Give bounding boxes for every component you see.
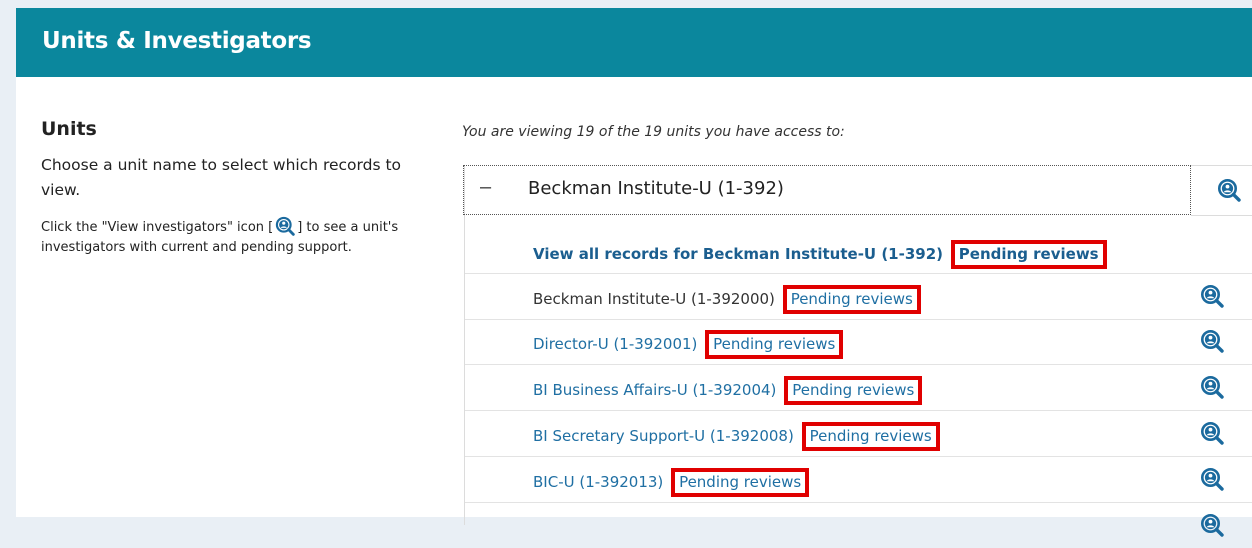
parent-unit-name[interactable]: Beckman Institute-U (1-392) <box>528 178 784 199</box>
unit-row-content: BI Business Affairs-U (1-392004) Pending… <box>533 376 923 405</box>
units-heading: Units <box>41 118 97 140</box>
unit-row: Beckman Institute-U (1-392000) Pending r… <box>465 273 1252 320</box>
collapse-toggle[interactable]: – <box>480 176 491 199</box>
unit-row-content: BI Secretary Support-U (1-392008) Pendin… <box>533 422 940 451</box>
view-investigators-icon <box>275 216 295 236</box>
view-investigators-icon[interactable] <box>1200 421 1224 445</box>
unit-row: Director-U (1-392001) Pending reviews <box>465 319 1252 365</box>
view-all-row: View all records for Beckman Institute-U… <box>465 229 1252 274</box>
unit-tree: – Beckman Institute-U (1-392) View all r… <box>463 165 1252 525</box>
pending-reviews-link[interactable]: Pending reviews <box>784 376 923 405</box>
view-investigators-icon[interactable] <box>1200 467 1224 491</box>
pending-reviews-link[interactable]: Pending reviews <box>705 330 844 359</box>
parent-unit-row[interactable]: – Beckman Institute-U (1-392) <box>463 165 1191 215</box>
view-all-records-link[interactable]: View all records for Beckman Institute-U… <box>533 245 943 263</box>
view-investigators-help: Click the "View investigators" icon [] t… <box>41 216 436 258</box>
parent-icon-cell <box>1191 165 1252 216</box>
unit-row-partial <box>465 503 1252 548</box>
units-count-text: You are viewing 19 of the 19 units you h… <box>462 124 845 140</box>
pending-reviews-link[interactable]: Pending reviews <box>671 468 810 497</box>
help-text-start: Click the "View investigators" icon [ <box>41 220 274 235</box>
unit-row-content: Beckman Institute-U (1-392000) Pending r… <box>533 285 921 314</box>
unit-row: BI Business Affairs-U (1-392004) Pending… <box>465 365 1252 411</box>
choose-unit-text: Choose a unit name to select which recor… <box>41 156 402 199</box>
view-investigators-icon[interactable] <box>1217 178 1241 202</box>
unit-link[interactable]: BIC-U (1-392013) <box>533 473 663 491</box>
page: Units & Investigators Units Choose a uni… <box>16 8 1252 517</box>
page-header: Units & Investigators <box>16 8 1252 77</box>
unit-row: BIC-U (1-392013) Pending reviews <box>465 457 1252 503</box>
view-all-row-content: View all records for Beckman Institute-U… <box>533 240 1107 269</box>
unit-row: BI Secretary Support-U (1-392008) Pendin… <box>465 411 1252 457</box>
unit-link[interactable]: Director-U (1-392001) <box>533 335 697 353</box>
units-info-panel: Units Choose a unit name to select which… <box>41 118 436 258</box>
unit-row-content: Director-U (1-392001) Pending reviews <box>533 330 844 359</box>
view-investigators-icon[interactable] <box>1200 375 1224 399</box>
pending-reviews-link[interactable]: Pending reviews <box>950 240 1107 269</box>
view-investigators-icon[interactable] <box>1200 329 1224 353</box>
unit-row-content: BIC-U (1-392013) Pending reviews <box>533 468 810 497</box>
unit-link[interactable]: BI Business Affairs-U (1-392004) <box>533 381 776 399</box>
pending-reviews-link[interactable]: Pending reviews <box>782 285 921 314</box>
page-title: Units & Investigators <box>42 28 312 54</box>
view-investigators-icon[interactable] <box>1200 284 1224 308</box>
unit-name: Beckman Institute-U (1-392000) <box>533 290 775 308</box>
pending-reviews-link[interactable]: Pending reviews <box>801 422 940 451</box>
unit-link[interactable]: BI Secretary Support-U (1-392008) <box>533 427 794 445</box>
